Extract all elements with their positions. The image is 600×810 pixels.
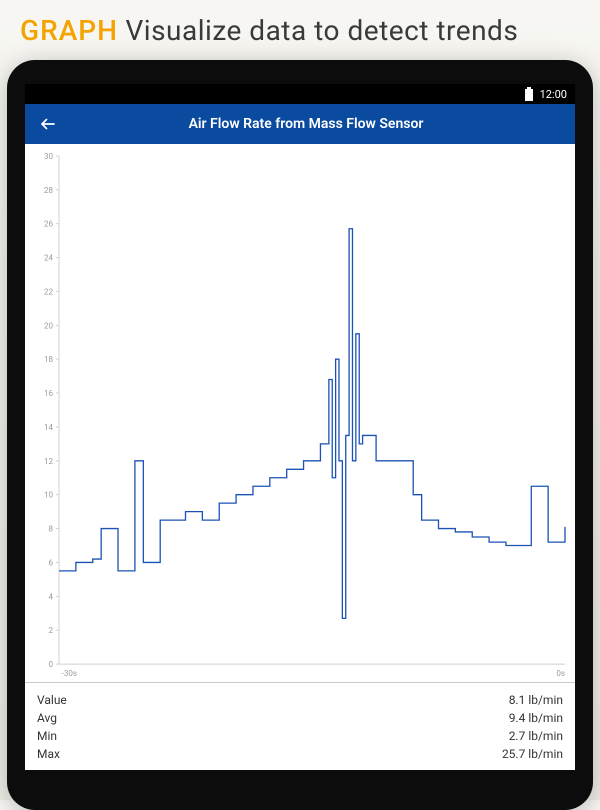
svg-text:10: 10 — [44, 491, 53, 500]
status-bar: 12:00 — [25, 84, 575, 104]
stat-value: 9.4 lb/min — [509, 709, 563, 727]
svg-text:0s: 0s — [556, 669, 565, 678]
svg-text:14: 14 — [44, 423, 53, 432]
promo-banner: GRAPH Visualize data to detect trends — [20, 14, 580, 47]
svg-text:24: 24 — [44, 254, 53, 263]
line-chart[interactable]: 024681012141618202224262830-30s0s — [25, 144, 575, 682]
svg-text:2: 2 — [49, 626, 54, 635]
stat-value: 25.7 lb/min — [502, 745, 563, 763]
svg-text:6: 6 — [49, 558, 54, 567]
page-title: Air Flow Rate from Mass Flow Sensor — [81, 116, 531, 132]
app-bar: Air Flow Rate from Mass Flow Sensor — [25, 104, 575, 144]
svg-text:18: 18 — [44, 355, 53, 364]
stats-panel: Value 8.1 lb/min Avg 9.4 lb/min Min 2.7 … — [25, 682, 575, 770]
promo-accent: GRAPH — [20, 14, 118, 47]
back-arrow-icon[interactable] — [39, 115, 57, 133]
svg-text:30: 30 — [44, 152, 53, 161]
svg-text:28: 28 — [44, 186, 53, 195]
promo-text: Visualize data to detect trends — [118, 14, 518, 47]
tablet-frame: 12:00 Air Flow Rate from Mass Flow Senso… — [7, 60, 593, 810]
svg-text:-30s: -30s — [62, 669, 77, 678]
svg-text:16: 16 — [44, 389, 53, 398]
svg-text:20: 20 — [44, 321, 53, 330]
stat-value: 8.1 lb/min — [509, 691, 563, 709]
stat-row-value: Value 8.1 lb/min — [37, 691, 563, 709]
svg-text:8: 8 — [49, 525, 54, 534]
stat-row-max: Max 25.7 lb/min — [37, 745, 563, 763]
stat-label: Min — [37, 727, 57, 745]
device-screen: 12:00 Air Flow Rate from Mass Flow Senso… — [25, 84, 575, 770]
stat-value: 2.7 lb/min — [509, 727, 563, 745]
stat-label: Max — [37, 745, 60, 763]
svg-text:12: 12 — [44, 457, 53, 466]
stat-label: Avg — [37, 709, 57, 727]
svg-text:26: 26 — [44, 220, 53, 229]
svg-text:22: 22 — [44, 287, 53, 296]
status-time: 12:00 — [540, 88, 567, 101]
battery-icon — [524, 87, 534, 101]
stat-label: Value — [37, 691, 67, 709]
stat-row-avg: Avg 9.4 lb/min — [37, 709, 563, 727]
stat-row-min: Min 2.7 lb/min — [37, 727, 563, 745]
svg-text:0: 0 — [49, 660, 54, 669]
svg-text:4: 4 — [49, 592, 54, 601]
